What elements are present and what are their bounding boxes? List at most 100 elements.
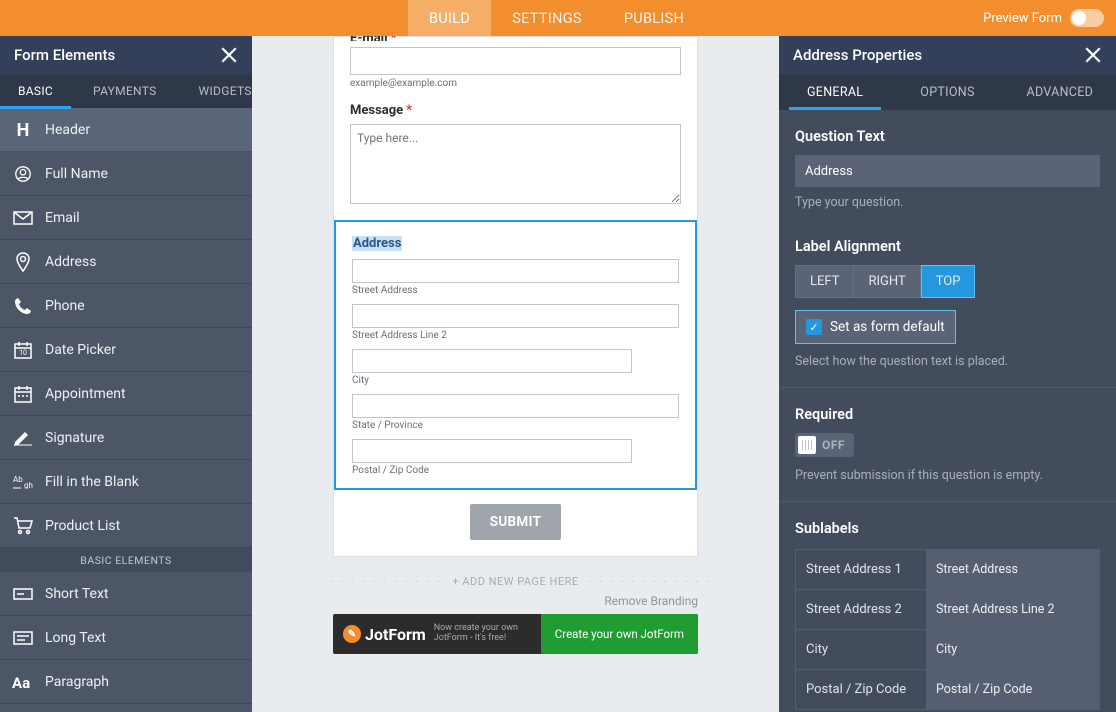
- preview-form-label: Preview Form: [983, 11, 1062, 26]
- field-email-label: E-mail*: [350, 36, 681, 41]
- element-label: Email: [45, 210, 80, 226]
- street2-sublabel: Street Address Line 2: [352, 330, 679, 341]
- close-icon[interactable]: [1084, 46, 1102, 64]
- label-alignment-group: LEFT RIGHT TOP: [795, 265, 1100, 298]
- properties-title: Address Properties: [793, 46, 922, 64]
- form-elements-title: Form Elements: [14, 46, 115, 64]
- pin-icon: [0, 252, 45, 272]
- element-label: Signature: [45, 430, 104, 446]
- section-basic-elements: BASIC ELEMENTS: [0, 548, 252, 572]
- svg-text:10: 10: [19, 349, 27, 357]
- element-label: Appointment: [45, 386, 126, 402]
- pencil-icon: ✎: [343, 625, 361, 643]
- street2-input[interactable]: [352, 304, 679, 328]
- state-sublabel: State / Province: [352, 420, 679, 431]
- element-fill-blank[interactable]: Abgh Fill in the Blank: [0, 460, 252, 504]
- set-default-checkbox[interactable]: ✓ Set as form default: [795, 310, 956, 344]
- toggle-off-text: OFF: [822, 438, 851, 452]
- svg-text:Aa: Aa: [12, 674, 30, 690]
- sublabel-key: Postal / Zip Code: [796, 670, 926, 709]
- calendar-dots-icon: [0, 385, 45, 403]
- element-label: Fill in the Blank: [45, 474, 139, 490]
- address-block-selected[interactable]: Address Street Address Street Address Li…: [334, 220, 697, 490]
- element-email[interactable]: Email: [0, 196, 252, 240]
- header-icon: H: [0, 120, 45, 140]
- svg-text:Ab: Ab: [13, 475, 23, 484]
- element-appointment[interactable]: Appointment: [0, 372, 252, 416]
- street1-sublabel: Street Address: [352, 285, 679, 296]
- long-text-icon: [0, 631, 45, 645]
- question-text-label: Question Text: [795, 128, 1100, 145]
- check-icon: ✓: [806, 319, 822, 335]
- question-text-input[interactable]: [795, 155, 1100, 187]
- left-tab-payments[interactable]: PAYMENTS: [71, 74, 179, 108]
- message-textarea[interactable]: [350, 124, 681, 204]
- rtab-general[interactable]: GENERAL: [779, 74, 891, 110]
- remove-branding-link[interactable]: Remove Branding: [333, 594, 698, 608]
- align-top[interactable]: TOP: [921, 265, 976, 298]
- element-label: Header: [45, 122, 90, 138]
- tab-settings[interactable]: SETTINGS: [491, 0, 603, 36]
- preview-toggle[interactable]: [1070, 9, 1104, 27]
- svg-text:H: H: [16, 120, 29, 140]
- element-label: Long Text: [45, 630, 106, 646]
- element-label: Full Name: [45, 166, 108, 182]
- form-canvas: E-mail* example@example.com Message* Add…: [252, 36, 779, 712]
- banner-cta-button[interactable]: Create your own JotForm: [541, 614, 698, 654]
- element-full-name[interactable]: Full Name: [0, 152, 252, 196]
- sublabel-key: City: [796, 630, 926, 669]
- sublabel-value[interactable]: Street Address Line 2: [926, 590, 1099, 629]
- align-hint: Select how the question text is placed.: [795, 354, 1100, 369]
- align-left[interactable]: LEFT: [795, 265, 854, 298]
- state-input[interactable]: [352, 394, 679, 418]
- sublabel-value[interactable]: Street Address: [926, 550, 1099, 589]
- add-new-page[interactable]: - - - - - - - - - - - - + ADD NEW PAGE H…: [319, 575, 712, 588]
- sublabel-value[interactable]: Postal / Zip Code: [926, 670, 1099, 709]
- element-signature[interactable]: Signature: [0, 416, 252, 460]
- element-label: Short Text: [45, 586, 109, 602]
- required-label: Required: [795, 406, 1100, 423]
- element-address[interactable]: Address: [0, 240, 252, 284]
- email-input[interactable]: [350, 47, 681, 75]
- element-short-text[interactable]: Short Text: [0, 572, 252, 616]
- tab-build[interactable]: BUILD: [408, 0, 491, 36]
- topbar: BUILD SETTINGS PUBLISH Preview Form: [0, 0, 1116, 36]
- form-elements-panel: Form Elements BASIC PAYMENTS WIDGETS H H…: [0, 36, 252, 712]
- element-header[interactable]: H Header: [0, 108, 252, 152]
- mail-icon: [0, 211, 45, 225]
- dash-right: - - - - - - - - - - - -: [589, 577, 712, 587]
- align-right[interactable]: RIGHT: [854, 265, 920, 298]
- element-label: Paragraph: [45, 674, 109, 690]
- element-phone[interactable]: Phone: [0, 284, 252, 328]
- street1-input[interactable]: [352, 259, 679, 283]
- tab-publish[interactable]: PUBLISH: [603, 0, 705, 36]
- submit-button[interactable]: SUBMIT: [470, 504, 562, 540]
- rtab-options[interactable]: OPTIONS: [891, 74, 1003, 110]
- element-paragraph[interactable]: Aa Paragraph: [0, 660, 252, 704]
- calendar-icon: 10: [0, 341, 45, 359]
- label-alignment-label: Label Alignment: [795, 238, 1100, 255]
- short-text-icon: [0, 588, 45, 600]
- element-label: Phone: [45, 298, 85, 314]
- banner-logo: ✎JotForm: [343, 625, 426, 644]
- email-hint: example@example.com: [350, 78, 681, 89]
- blank-icon: Abgh: [0, 475, 45, 489]
- element-product-list[interactable]: Product List: [0, 504, 252, 548]
- required-toggle[interactable]: OFF: [795, 433, 854, 457]
- sublabels-table: Street Address 1Street Address Street Ad…: [795, 549, 1100, 710]
- city-input[interactable]: [352, 349, 632, 373]
- rtab-advanced[interactable]: ADVANCED: [1004, 74, 1116, 110]
- sublabel-value[interactable]: City: [926, 630, 1099, 669]
- postal-input[interactable]: [352, 439, 632, 463]
- left-tab-basic[interactable]: BASIC: [0, 74, 71, 108]
- sublabel-key: Street Address 1: [796, 550, 926, 589]
- element-long-text[interactable]: Long Text: [0, 616, 252, 660]
- element-date-picker[interactable]: 10 Date Picker: [0, 328, 252, 372]
- phone-icon: [0, 297, 45, 315]
- element-label: Address: [45, 254, 96, 270]
- close-icon[interactable]: [220, 46, 238, 64]
- properties-panel: Address Properties GENERAL OPTIONS ADVAN…: [779, 36, 1116, 712]
- svg-text:gh: gh: [24, 481, 33, 489]
- element-label: Date Picker: [45, 342, 116, 358]
- sublabel-key: Street Address 2: [796, 590, 926, 629]
